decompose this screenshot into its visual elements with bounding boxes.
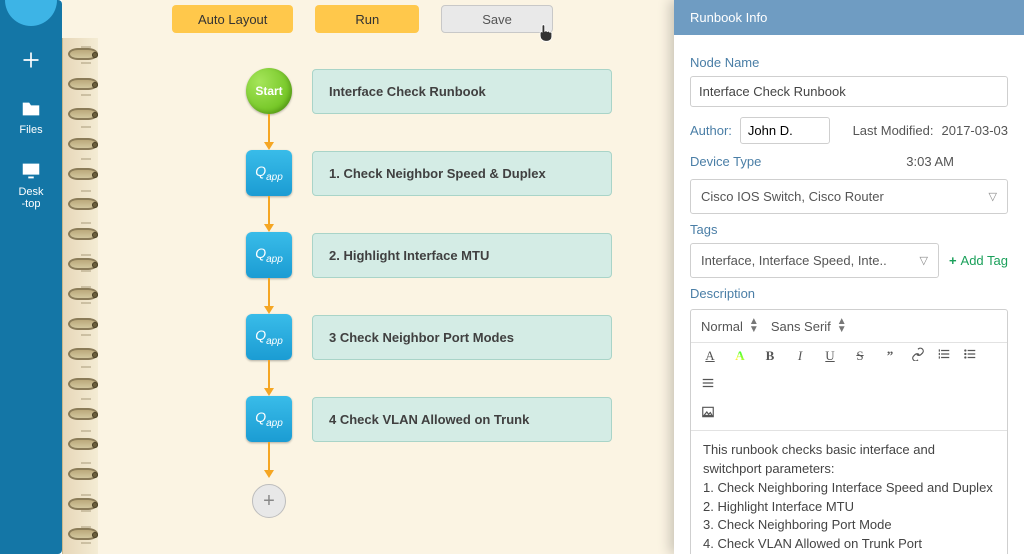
quote-button[interactable]: ” [881,348,899,364]
node-name-label: Node Name [690,55,1008,70]
ordered-list-button[interactable] [937,347,951,364]
run-button[interactable]: Run [315,5,419,33]
last-modified-label: Last Modified: [853,123,934,138]
spiral-ring [68,168,98,180]
save-button-label: Save [482,12,512,27]
flow-node-label[interactable]: 1. Check Neighbor Speed & Duplex [312,151,612,196]
flow-node-qapp[interactable]: Qapp 1. Check Neighbor Speed & Duplex [246,150,612,196]
spiral-ring [68,348,98,360]
flow-node-qapp[interactable]: Qapp 2. Highlight Interface MTU [246,232,612,278]
spiral-ring [68,108,98,120]
spiral-ring [68,228,98,240]
italic-button[interactable]: I [791,348,809,364]
qapp-badge: Qapp [246,232,292,278]
flow-arrow [268,442,270,478]
sidebar-item-desktop[interactable]: Desk -top [0,148,62,222]
flow-node-label[interactable]: Interface Check Runbook [312,69,612,114]
monitor-icon [20,160,42,182]
add-node-button[interactable]: + [252,484,286,518]
add-tag-button[interactable]: + Add Tag [949,243,1008,278]
link-button[interactable] [911,347,925,364]
sort-icon: ▲▼ [837,318,847,334]
spiral-ring [68,48,98,60]
flow-node-start[interactable]: Start Interface Check Runbook [246,68,612,114]
plus-icon [21,50,41,70]
left-sidebar: Files Desk -top [0,0,62,554]
strike-button[interactable]: S [851,348,869,364]
device-type-value: Cisco IOS Switch, Cisco Router [701,189,884,204]
font-family-value: Sans Serif [771,319,831,334]
folder-icon [20,98,42,120]
time-value: 3:03 AM [906,154,954,169]
sidebar-item-label: Files [19,124,42,136]
unordered-list-button[interactable] [963,347,977,364]
flow-node-label[interactable]: 2. Highlight Interface MTU [312,233,612,278]
last-modified-value: 2017-03-03 [942,123,1009,138]
description-label: Description [690,286,1008,301]
toolbar: Auto Layout Run Save [62,0,674,38]
sidebar-item-add[interactable] [0,38,62,86]
node-name-input[interactable] [690,76,1008,107]
flow-arrow [268,196,270,232]
device-type-select[interactable]: Cisco IOS Switch, Cisco Router ▽ [690,179,1008,214]
spiral-ring [68,288,98,300]
flow-node-label[interactable]: 3 Check Neighbor Port Modes [312,315,612,360]
panel-title: Runbook Info [674,0,1024,35]
para-style-select[interactable]: Normal ▲▼ [701,318,759,334]
bold-button[interactable]: B [761,348,779,364]
save-button[interactable]: Save [441,5,553,33]
align-button[interactable] [701,376,715,393]
image-button[interactable] [701,405,997,422]
flow-node-qapp[interactable]: Qapp 3 Check Neighbor Port Modes [246,314,612,360]
spiral-ring [68,198,98,210]
spiral-ring [68,138,98,150]
description-editor: Normal ▲▼ Sans Serif ▲▼ A A B I U S ” [690,309,1008,554]
flow-arrow [268,114,270,150]
description-textarea[interactable]: This runbook checks basic interface and … [691,431,1007,554]
sidebar-item-files[interactable]: Files [0,86,62,148]
tags-select[interactable]: Interface, Interface Speed, Inte.. ▽ [690,243,939,278]
device-type-label: Device Type [690,154,761,169]
spiral-ring [68,528,98,540]
highlight-button[interactable]: A [731,348,749,364]
chevron-down-icon: ▽ [919,254,927,267]
spiral-ring [68,318,98,330]
flow-arrow [268,278,270,314]
sidebar-item-label: Desk -top [18,186,43,210]
auto-layout-button[interactable]: Auto Layout [172,5,293,33]
runbook-info-panel: Runbook Info Node Name Author: Last Modi… [674,0,1024,554]
author-label: Author: [690,123,732,138]
underline-button[interactable]: U [821,348,839,364]
spiral-ring [68,468,98,480]
plus-icon: + [949,253,957,268]
start-badge: Start [246,68,292,114]
spiral-ring [68,408,98,420]
spiral-ring [68,258,98,270]
font-family-select[interactable]: Sans Serif ▲▼ [771,318,847,334]
flow-node-label[interactable]: 4 Check VLAN Allowed on Trunk [312,397,612,442]
sort-icon: ▲▼ [749,318,759,334]
spiral-ring [68,78,98,90]
tags-value: Interface, Interface Speed, Inte.. [701,253,887,268]
flow-node-qapp[interactable]: Qapp 4 Check VLAN Allowed on Trunk [246,396,612,442]
chevron-down-icon: ▽ [989,190,997,203]
qapp-badge: Qapp [246,396,292,442]
canvas: // rings drawn after load below Auto Lay… [62,0,674,554]
spiral-ring [68,438,98,450]
author-input[interactable] [740,117,830,144]
qapp-badge: Qapp [246,150,292,196]
flow-arrow [268,360,270,396]
font-color-button[interactable]: A [701,348,719,364]
notebook-spiral [62,0,98,554]
sidebar-logo [5,0,57,26]
para-style-value: Normal [701,319,743,334]
editor-toolbar: Normal ▲▼ Sans Serif ▲▼ [691,310,1007,343]
qapp-badge: Qapp [246,314,292,360]
add-tag-label: Add Tag [961,253,1008,268]
tags-label: Tags [690,222,1008,237]
spiral-ring [68,498,98,510]
spiral-ring [68,378,98,390]
flow-area[interactable]: Start Interface Check Runbook Qapp 1. Check… [98,38,674,554]
